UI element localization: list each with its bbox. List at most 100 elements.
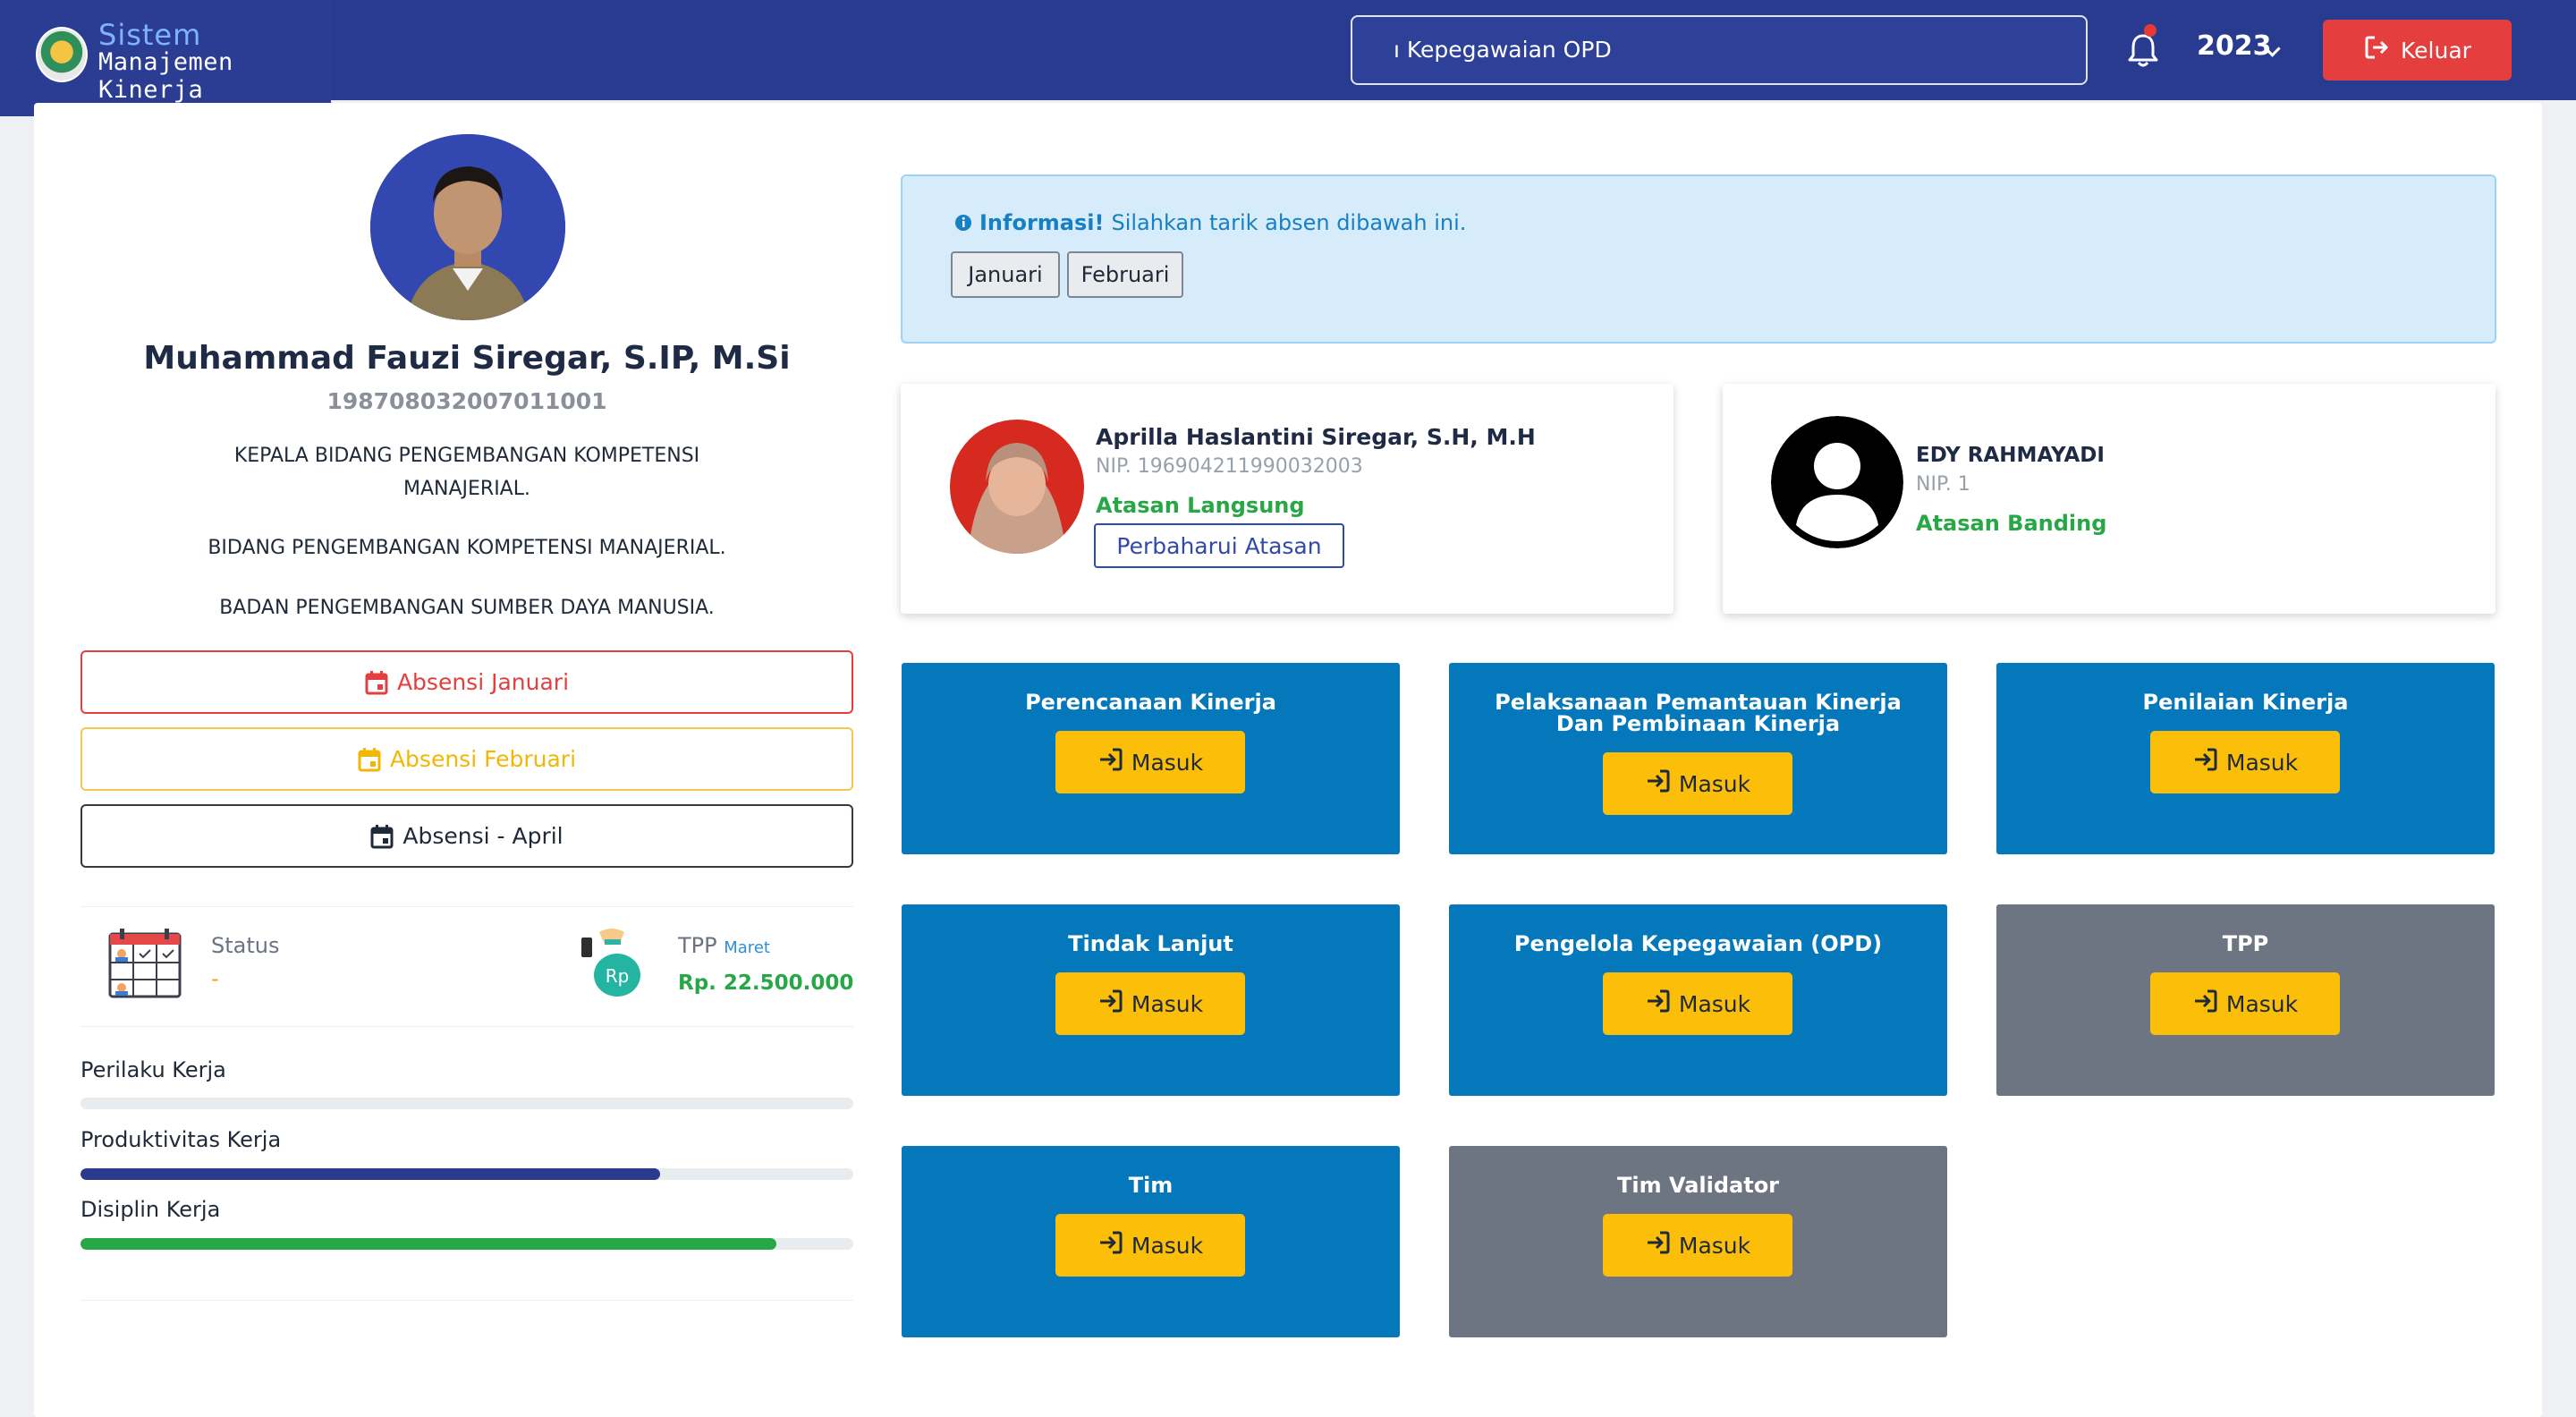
masuk-label: Masuk [1678,1232,1751,1259]
divider [80,1300,853,1301]
masuk-label: Masuk [1678,770,1751,797]
tile-title: Perencanaan Kinerja [1025,690,1276,715]
atasan-langsung-card: Aprilla Haslantini Siregar, S.H, M.H NIP… [901,384,1674,614]
absensi-februari-button[interactable]: Absensi Februari [80,727,853,791]
profile-nip: 198708032007011001 [326,388,607,414]
tpp-month: Maret [724,938,770,957]
calendar-icon [370,824,394,848]
atasan-langsung-photo [950,420,1084,554]
atasan-langsung-name: Aprilla Haslantini Siregar, S.H, M.H [1096,424,1536,450]
absensi-februari-label: Absensi Februari [389,746,577,772]
tile-pelaksanaan-pemantauan: Pelaksanaan Pemantauan Kinerja Dan Pembi… [1449,663,1947,854]
sign-in-icon [1645,988,1672,1020]
perbaharui-atasan-button[interactable]: Perbaharui Atasan [1094,523,1344,568]
masuk-label: Masuk [1131,749,1204,776]
absensi-april-button[interactable]: Absensi - April [80,804,853,868]
logout-button[interactable]: Keluar [2323,20,2512,81]
atasan-banding-name: EDY RAHMAYADI [1916,444,2105,467]
svg-text:Rp: Rp [606,965,630,987]
profile-division: BIDANG PENGEMBANGAN KOMPETENSI MANAJERIA… [208,537,726,559]
masuk-label: Masuk [2225,749,2299,776]
profile-agency: BADAN PENGEMBANGAN SUMBER DAYA MANUSIA. [219,597,715,619]
tile-title: Tim Validator [1616,1173,1780,1198]
tile-title: Tindak Lanjut [1068,931,1233,956]
atasan-langsung-nip: NIP. 196904211990032003 [1096,455,1363,478]
app-title-line2: Manajemen Kinerja [98,48,233,104]
atasan-banding-role: Atasan Banding [1916,511,2107,536]
profile-position-line2: MANAJERIAL. [402,478,530,500]
tile-tindak-lanjut: Tindak Lanjut Masuk [902,904,1400,1096]
status-label: Status [211,933,280,958]
notification-bell-icon[interactable] [2125,30,2161,70]
schedule-calendar-icon [107,927,182,998]
atasan-banding-card: EDY RAHMAYADI NIP. 1 Atasan Banding [1723,384,2496,614]
month-februari-button[interactable]: Februari [1067,251,1183,298]
app-title-line1: Sistem [98,18,202,52]
tile-perencanaan-kinerja: Perencanaan Kinerja Masuk [902,663,1400,854]
produktivitas-kerja-label: Produktivitas Kerja [80,1127,282,1152]
top-navbar [0,0,2576,100]
month-januari-button[interactable]: Januari [951,251,1060,298]
tile-tim-validator: Tim Validator Masuk [1449,1146,1947,1337]
masuk-button[interactable]: Masuk [1603,752,1792,815]
divider [80,1026,853,1027]
tile-title: TPP [2222,931,2269,956]
absensi-januari-label: Absensi Januari [396,669,570,695]
perilaku-kerja-label: Perilaku Kerja [80,1057,226,1082]
masuk-button[interactable]: Masuk [1055,972,1245,1035]
sign-in-icon [1097,988,1124,1020]
calendar-icon [365,670,388,694]
profile-name: Muhammad Fauzi Siregar, S.IP, M.Si [143,340,791,377]
tpp-label: TPP Maret [678,933,770,958]
masuk-button[interactable]: Masuk [2150,972,2340,1035]
tile-tpp: TPP Masuk [1996,904,2495,1096]
brand-area[interactable]: Sistem Manajemen Kinerja [0,0,331,116]
masuk-button[interactable]: Masuk [1603,972,1792,1035]
disiplin-kerja-bar [80,1238,853,1250]
atasan-banding-nip: NIP. 1 [1916,473,1970,496]
money-bag-icon: Rp [580,927,644,998]
profile-position-line1: KEPALA BIDANG PENGEMBANGAN KOMPETENSI [233,445,700,467]
masuk-button[interactable]: Masuk [1055,1214,1245,1277]
disiplin-kerja-label: Disiplin Kerja [80,1197,221,1222]
masuk-label: Masuk [2225,990,2299,1017]
absensi-januari-button[interactable]: Absensi Januari [80,650,853,714]
tile-title: Penilaian Kinerja [2142,690,2349,715]
app-logo [36,27,88,82]
year-selector[interactable]: 2023 [2197,30,2272,62]
info-text: Silahkan tarik absen dibawah ini. [1111,210,1467,235]
masuk-label: Masuk [1131,990,1204,1017]
masuk-label: Masuk [1131,1232,1204,1259]
notification-badge [2144,24,2157,37]
sign-in-icon [1097,1229,1124,1261]
masuk-button[interactable]: Masuk [2150,731,2340,793]
sign-in-icon [1645,1229,1672,1261]
perilaku-kerja-bar [80,1098,853,1109]
masuk-label: Masuk [1678,990,1751,1017]
tile-title: Tim [1128,1173,1174,1198]
tile-title: Pengelola Kepegawaian (OPD) [1513,931,1883,956]
logout-label: Keluar [2401,37,2471,64]
info-alert: Informasi! Silahkan tarik absen dibawah … [901,174,2496,344]
tile-pengelola-kepegawaian: Pengelola Kepegawaian (OPD) Masuk [1449,904,1947,1096]
role-search-input[interactable]: ı Kepegawaian OPD [1351,15,2088,85]
calendar-icon [358,747,381,771]
tile-title: Pelaksanaan Pemantauan Kinerja Dan Pembi… [1467,692,1929,734]
tpp-label-text: TPP [678,933,717,958]
masuk-button[interactable]: Masuk [1603,1214,1792,1277]
atasan-langsung-role: Atasan Langsung [1096,493,1305,518]
info-icon [955,215,971,231]
info-bold: Informasi! [979,210,1105,235]
produktivitas-kerja-bar [80,1168,853,1180]
masuk-button[interactable]: Masuk [1055,731,1245,793]
divider [80,906,853,907]
status-value: - [211,966,219,991]
info-message: Informasi! Silahkan tarik absen dibawah … [954,210,1466,235]
sign-in-icon [1097,746,1124,778]
user-placeholder-icon [1771,416,1903,548]
absensi-april-label: Absensi - April [402,823,564,849]
sign-in-icon [2192,746,2219,778]
logout-icon [2363,34,2390,66]
tpp-value: Rp. 22.500.000 [678,972,854,995]
sign-in-icon [2192,988,2219,1020]
